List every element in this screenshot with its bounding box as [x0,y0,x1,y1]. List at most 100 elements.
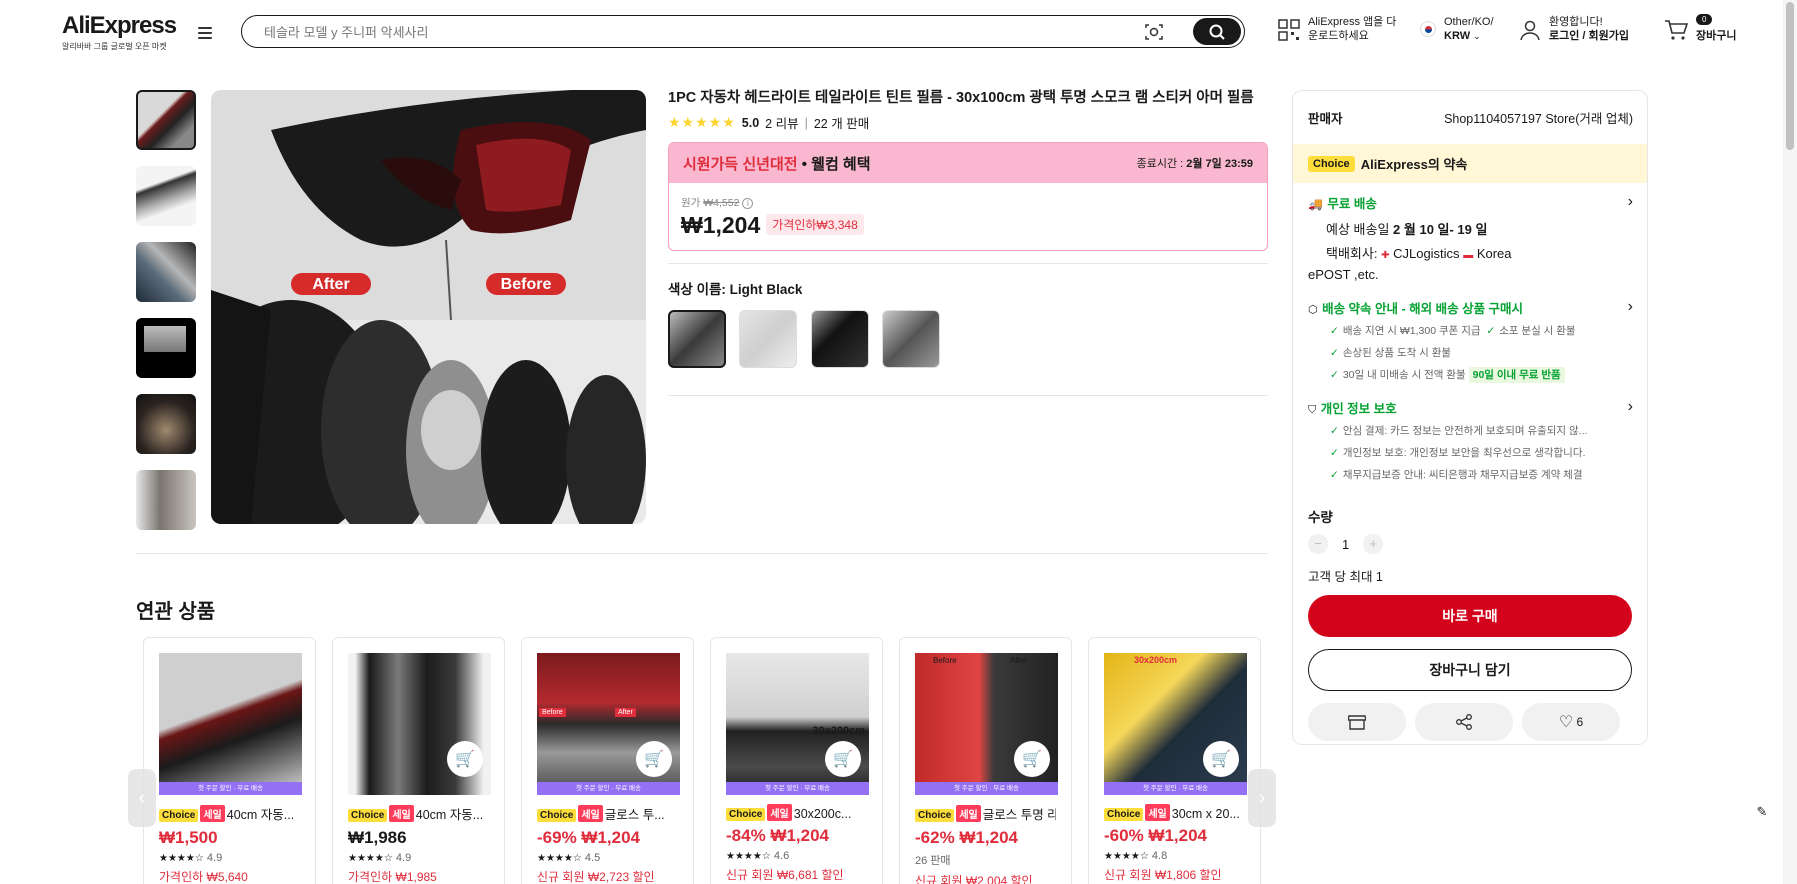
qr-icon [1278,19,1300,41]
product-card[interactable]: 30x200cm 🛒 첫 주문 할인 · 무료 배송 Choice 세일 30x200c… [710,637,883,884]
product-info: 1PC 자동차 헤드라이트 테일라이트 틴트 필름 - 30x100cm 광택 … [668,88,1268,396]
card-promo: 가격인하 ₩1,985 [348,870,437,884]
camera-search-icon[interactable] [1144,22,1164,42]
currency: KRW [1444,30,1471,42]
promise-title: AliExpress의 약속 [1360,157,1468,172]
info-icon[interactable]: i [742,198,754,209]
quantity-plus-button[interactable]: + [1363,534,1384,554]
original-price: ₩4,552 [703,197,740,209]
add-to-cart-icon[interactable]: 🛒 [447,741,483,777]
swatch-black[interactable] [810,310,869,368]
free-shipping: 무료 배송 [1327,197,1377,211]
card-rating: 4.9 [206,852,223,864]
free-return-badge: 90일 이내 무료 반품 [1468,367,1565,383]
choice-tag: Choice [159,809,199,822]
privacy-item-1: 안심 결제: 카드 정보는 안전하게 보호되며 유출되지 않... [1342,425,1588,437]
carousel-next-button[interactable]: › [1248,769,1276,827]
sale-tag: 세일 [1145,804,1170,821]
account[interactable]: 환영합니다! 로그인 / 회원가입 [1519,15,1629,43]
thumbnail-1[interactable] [136,90,196,150]
app-download[interactable]: AliExpress 앱을 다 운로드하세요 [1278,15,1396,43]
quantity-label: 수량 [1308,510,1333,525]
share-button[interactable] [1415,703,1513,741]
promise-item-1: 배송 지연 시 ₩1,300 쿠폰 지급 [1342,325,1481,337]
card-price: -84% ₩1,204 [726,826,829,845]
add-to-cart-icon[interactable]: 🛒 [1014,741,1050,777]
swatch-smoke[interactable] [882,310,941,368]
add-to-cart-icon[interactable]: 🛒 [636,741,672,777]
seller-name[interactable]: Shop1104057197 Store(거래 업체) [1444,108,1633,127]
locale-selector[interactable]: Other/KO/KRW ⌄ [1420,15,1494,43]
cart[interactable]: 0 장바구니 [1664,14,1737,43]
seller-row[interactable]: 판매자 Shop1104057197 Store(거래 업체) [1308,105,1633,129]
main-product-image[interactable]: After Before [211,90,646,524]
card-stars: ★★★★☆ [348,853,393,864]
sale-tag: 세일 [200,805,225,822]
sale-price: ₩1,204 [681,212,761,238]
login-link[interactable]: 로그인 / 회원가입 [1549,30,1629,42]
related-carousel: 첫 주문 할인 · 무료 배송 Choice 세일 40cm 자동... ₩1,50… [143,637,1263,884]
product-card[interactable]: Before After 🛒 첫 주문 할인 · 무료 배송 Choice 세일 글로스 … [899,637,1072,884]
promise-banner: Choice AliExpress의 약속 [1293,144,1647,183]
edit-icon[interactable]: ✎ [1750,800,1774,824]
scrollbar[interactable] [1783,0,1797,884]
sale-tag: 세일 [767,804,792,821]
eta-prefix: 예상 배송일 [1326,222,1390,237]
swatch-clear[interactable] [739,310,798,368]
product-card[interactable]: 첫 주문 할인 · 무료 배송 Choice 세일 40cm 자동... ₩1,50… [143,637,316,884]
shipping-section[interactable]: 🚚 무료 배송 › 예상 배송일 2 월 10 일- 19 일 택배회사: ✚ C… [1308,193,1633,284]
menu-icon[interactable] [196,24,214,40]
header: AliExpress 알리바바 그룹 글로벌 오픈 마켓 AliExpress … [0,0,1797,64]
card-image: Before After 🛒 첫 주문 할인 · 무료 배송 [537,653,680,795]
thumbnail-4[interactable] [136,318,196,378]
card-overlay-before: Before [933,656,957,665]
promo-subtitle: • 웰컴 혜택 [801,155,871,173]
card-promo-bar: 첫 주문 할인 · 무료 배송 [1104,782,1247,795]
add-to-cart-button[interactable]: 장바구니 담기 [1308,649,1632,691]
card-image: Before After 🛒 첫 주문 할인 · 무료 배송 [915,653,1058,795]
card-image: 첫 주문 할인 · 무료 배송 [159,653,302,795]
card-sold: 26 판매 [915,855,951,867]
swatch-light-black[interactable] [668,310,726,368]
thumbnail-5[interactable] [136,394,196,454]
quantity-value[interactable]: 1 [1342,537,1349,552]
user-icon [1520,20,1540,41]
card-promo: 가격인하 ₩5,640 [159,870,248,884]
quantity-minus-button[interactable]: − [1308,534,1328,554]
heart-icon: ♡ [1558,714,1574,731]
thumbnail-2[interactable] [136,166,196,226]
thumbnail-6[interactable] [136,470,196,530]
privacy-section[interactable]: ⛉ 개인 정보 보호 › ✓ 안심 결제: 카드 정보는 안전하게 보호되며 유출되… [1308,398,1633,486]
card-rating: 4.8 [1151,850,1168,862]
review-count[interactable]: 2 리뷰 [765,113,798,132]
delivery-promise-section[interactable]: ⬡ 배송 약속 안내 - 해외 배송 상품 구매시 › ✓ 배송 지연 시 ₩1,3… [1308,298,1633,386]
product-card[interactable]: 30x200cm 🛒 첫 주문 할인 · 무료 배송 Choice 세일 30cm x … [1088,637,1261,884]
search-button[interactable] [1193,18,1241,45]
carrier-2: Korea [1476,246,1512,261]
privacy-title: 개인 정보 보호 [1320,402,1397,416]
cart-label: 장바구니 [1696,30,1737,42]
scrollbar-thumb[interactable] [1786,2,1794,150]
buy-now-button[interactable]: 바로 구매 [1308,595,1632,637]
privacy-item-3: 채무지급보증 안내: 씨티은행과 채무지급보증 계약 체결 [1342,469,1583,481]
card-title: 40cm 자동... [226,808,295,822]
product-card[interactable]: Before After 🛒 첫 주문 할인 · 무료 배송 Choice 세일 글로스 … [521,637,694,884]
korea-flag-icon [1420,21,1436,37]
box-icon: ⬡ [1308,304,1318,316]
store-button[interactable] [1308,703,1406,741]
product-card[interactable]: 🛒 Choice 세일 40cm 자동... ₩1,986 ★★★★☆ 4.9 가격… [332,637,505,884]
carousel-prev-button[interactable]: ‹ [128,769,156,827]
card-promo: 신규 회원 ₩2,004 할인 [915,874,1033,884]
search-input[interactable] [264,22,1064,42]
aliexpress-logo[interactable]: AliExpress 알리바바 그룹 글로벌 오픈 마켓 [62,12,177,52]
add-to-cart-icon[interactable]: 🛒 [825,741,861,777]
card-rating: 4.6 [773,850,790,862]
card-price: ₩1,986 [348,828,407,847]
promise-link: 배송 약속 안내 - 해외 배송 상품 구매시 [1322,302,1524,316]
after-label: After [312,276,350,293]
promise-item-4: 30일 내 미배송 시 전액 환불 [1342,369,1466,381]
wishlist-button[interactable]: ♡ 6 [1522,703,1620,741]
thumbnail-3[interactable] [136,242,196,302]
add-to-cart-icon[interactable]: 🛒 [1203,741,1239,777]
locale-line1: Other/KO/ [1444,16,1494,28]
